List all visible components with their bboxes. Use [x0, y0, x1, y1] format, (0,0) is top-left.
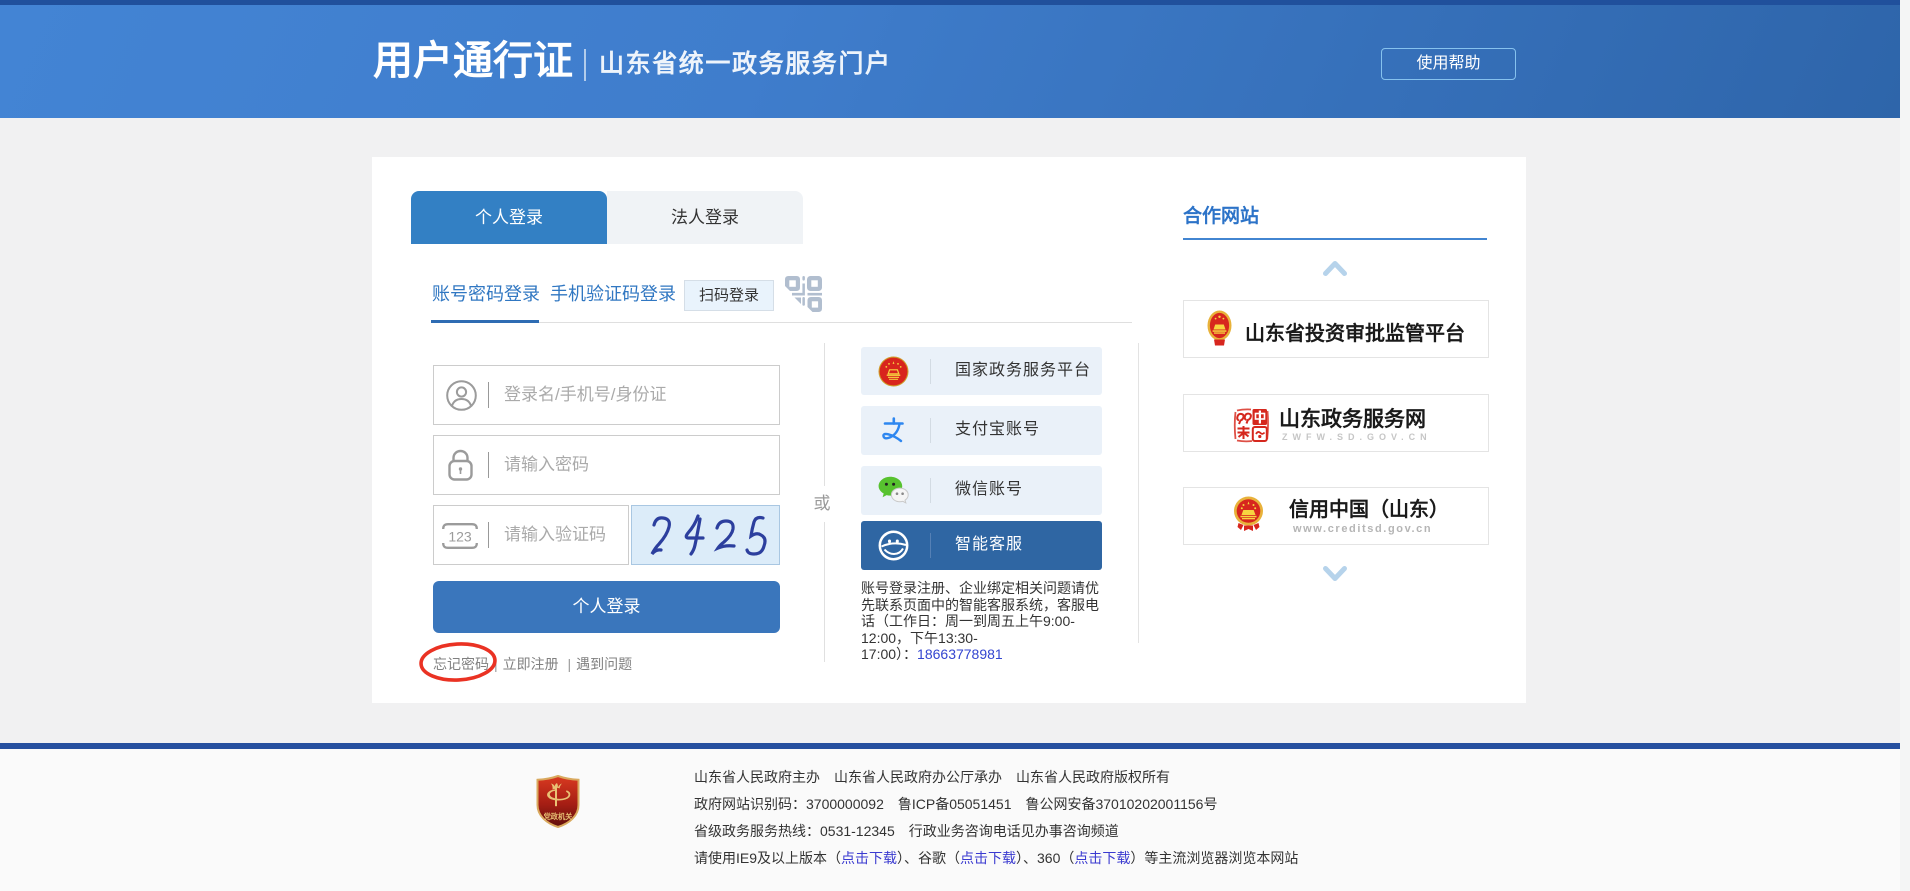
svg-text:123: 123: [448, 529, 472, 545]
svg-text:党政机关: 党政机关: [544, 812, 574, 821]
